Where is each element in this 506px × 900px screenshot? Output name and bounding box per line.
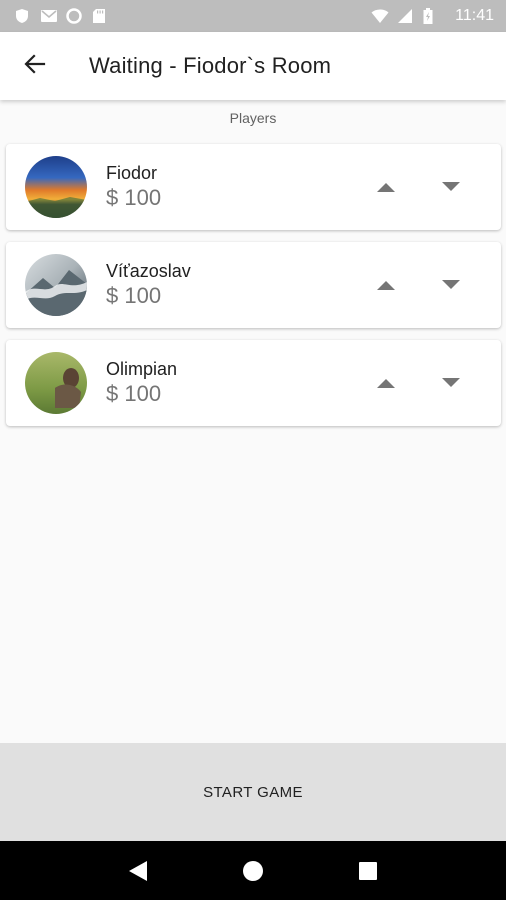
arrow-up-icon (377, 281, 395, 290)
move-down-button[interactable] (441, 177, 461, 197)
arrow-up-icon (377, 379, 395, 388)
start-game-button[interactable]: START GAME (0, 743, 506, 841)
player-name: Víťazoslav (106, 261, 191, 281)
back-triangle-icon (128, 860, 147, 881)
avatar (25, 254, 87, 316)
players-list: Fiodor $ 100 Víťazoslav $ 100 Olimpian $… (6, 144, 501, 438)
signal-icon (397, 8, 413, 24)
move-up-button[interactable] (376, 373, 396, 393)
arrow-down-icon (442, 280, 460, 289)
shield-icon (14, 8, 30, 24)
player-name: Olimpian (106, 359, 178, 379)
battery-icon (423, 8, 439, 24)
arrow-back-icon (24, 53, 46, 80)
system-nav-bar (0, 841, 506, 900)
nav-home-button[interactable] (233, 851, 273, 891)
mail-icon (40, 8, 57, 24)
players-section-label: Players (229, 110, 277, 126)
status-time: 11:41 (455, 7, 494, 24)
status-bar: 11:41 (0, 0, 506, 32)
back-button[interactable] (0, 32, 70, 100)
circle-icon (66, 8, 82, 24)
nav-back-button[interactable] (118, 851, 158, 891)
player-info: Víťazoslav $ 100 (106, 260, 191, 310)
player-arrows (376, 340, 461, 426)
player-card: Fiodor $ 100 (6, 144, 501, 230)
player-info: Olimpian $ 100 (106, 358, 177, 408)
page-title: Waiting - Fiodor`s Room (89, 53, 332, 78)
move-down-button[interactable] (441, 373, 461, 393)
avatar (25, 352, 87, 414)
arrow-up-icon (377, 183, 395, 192)
player-money: $ 100 (106, 381, 162, 406)
nav-recents-button[interactable] (348, 851, 388, 891)
recents-square-icon (359, 861, 378, 880)
player-card: Víťazoslav $ 100 (6, 242, 501, 328)
move-up-button[interactable] (376, 275, 396, 295)
sd-card-icon (92, 8, 108, 24)
player-money: $ 100 (106, 185, 162, 210)
player-arrows (376, 242, 461, 328)
avatar (25, 156, 87, 218)
player-arrows (376, 144, 461, 230)
app-bar: Waiting - Fiodor`s Room (0, 32, 506, 100)
start-game-label: START GAME (203, 783, 303, 801)
player-money: $ 100 (106, 283, 162, 308)
arrow-down-icon (442, 182, 460, 191)
move-down-button[interactable] (441, 275, 461, 295)
player-info: Fiodor $ 100 (106, 162, 161, 212)
player-name: Fiodor (106, 163, 158, 183)
wifi-icon (371, 8, 389, 24)
status-right-icons: 11:41 (371, 7, 494, 25)
arrow-down-icon (442, 378, 460, 387)
player-card: Olimpian $ 100 (6, 340, 501, 426)
home-circle-icon (242, 860, 263, 881)
move-up-button[interactable] (376, 177, 396, 197)
status-left-icons (14, 8, 108, 24)
